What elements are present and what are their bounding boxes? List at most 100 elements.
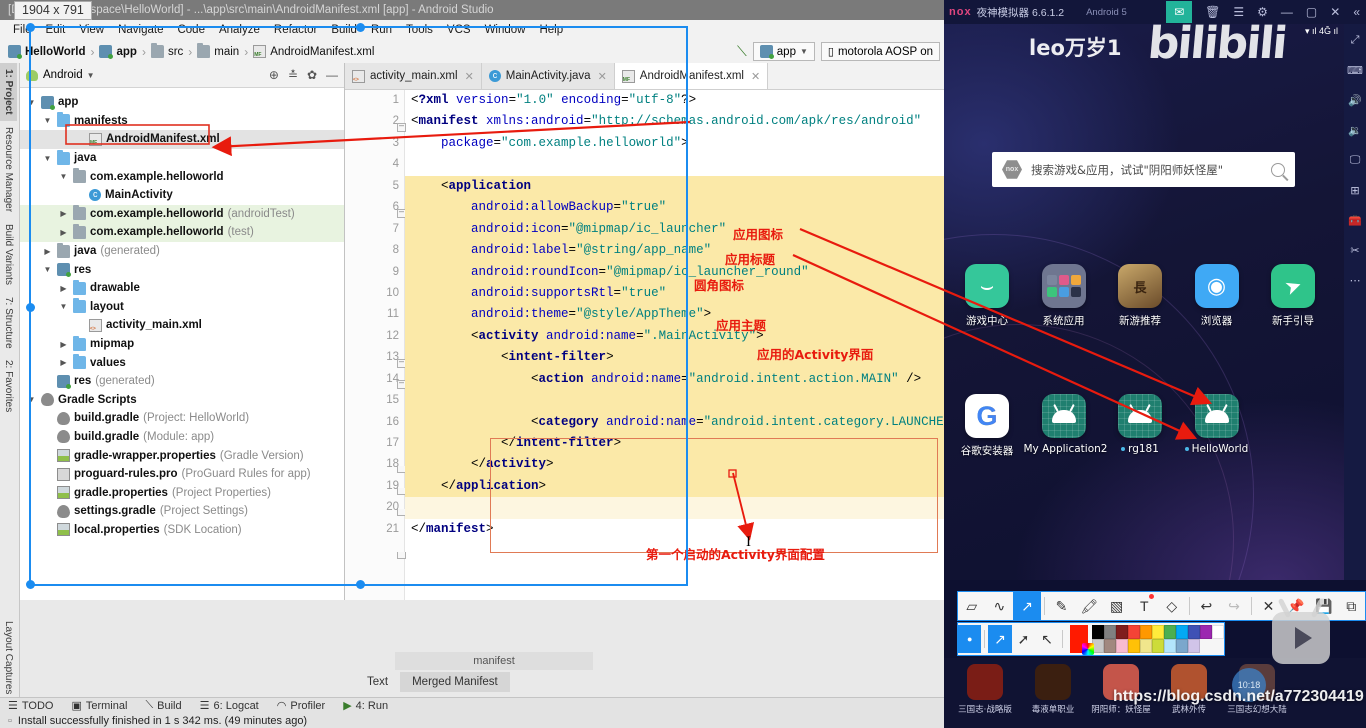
- close-icon[interactable]: ✕: [598, 70, 607, 83]
- home-screen-app-grid[interactable]: ⌣ 游戏中心 系统应用 長新游推荐 ◉ 浏览器 ➤ 新手引导 G 谷歌安装器 My Applicat…: [944, 24, 1344, 580]
- tree-item[interactable]: MainActivity: [20, 186, 344, 205]
- tree-item[interactable]: build.gradle (Project: HelloWorld): [20, 409, 344, 428]
- editor-tab[interactable]: MainActivity.java ✕: [481, 63, 615, 89]
- highlighter-icon[interactable]: 🖍: [1075, 592, 1103, 620]
- tool-logcat[interactable]: ☰ 6: Logcat: [200, 699, 259, 713]
- color-swatch[interactable]: [1176, 639, 1188, 653]
- color-swatch[interactable]: [1188, 625, 1200, 639]
- tree-item[interactable]: ▶ values: [20, 353, 344, 372]
- menu-item-navigate[interactable]: Navigate: [111, 23, 170, 37]
- code-line[interactable]: <action android:name="android.intent.act…: [405, 368, 944, 391]
- android-icon[interactable]: [1041, 394, 1086, 438]
- sidebar-item-favorites[interactable]: 2: Favorites: [0, 354, 17, 418]
- locate-icon[interactable]: ⊕: [269, 68, 279, 82]
- editor-mode-tabs[interactable]: Text Merged Manifest: [355, 672, 510, 692]
- code-line[interactable]: android:label="@string/app_name": [405, 240, 944, 262]
- close-icon[interactable]: ✕: [465, 70, 474, 83]
- fullscreen-icon[interactable]: ⤢: [1351, 34, 1360, 47]
- twisty-expanded-icon[interactable]: ▼: [42, 154, 53, 163]
- app-shortcut[interactable]: 長新游推荐: [1100, 264, 1180, 328]
- emulator-side-toolbar[interactable]: ⤢ ⌨ 🔊 🔉 🖵 ⊞ 🧰 ✂ ⋯: [1344, 24, 1366, 580]
- color-swatch[interactable]: [1104, 639, 1116, 653]
- tree-item[interactable]: ▼ Gradle Scripts: [20, 391, 344, 410]
- game-shortcut[interactable]: 三国志·战略版: [954, 664, 1016, 715]
- code-line[interactable]: <application: [405, 175, 944, 198]
- editor-tab-bar[interactable]: activity_main.xml✕MainActivity.java✕Andr…: [345, 63, 944, 90]
- color-swatch[interactable]: [1116, 639, 1128, 653]
- emulator-screen[interactable]: ▾ ıl 4Ḡ ıl nox 搜索游戏&应用，试试"阴阳师妖怪屋" ⌣ 游戏中心系…: [944, 24, 1344, 580]
- color-swatch[interactable]: [1212, 625, 1224, 639]
- twisty-expanded-icon[interactable]: ▼: [58, 302, 69, 311]
- twisty-collapsed-icon[interactable]: ▶: [58, 358, 69, 367]
- dot-size-icon[interactable]: ●: [958, 625, 982, 653]
- twisty-expanded-icon[interactable]: ▼: [26, 98, 37, 107]
- color-swatch[interactable]: [1164, 625, 1176, 639]
- color-swatch[interactable]: [1200, 625, 1212, 639]
- copy-icon[interactable]: ⧉: [1337, 592, 1365, 620]
- tree-item[interactable]: ▶ com.example.helloworld (androidTest): [20, 204, 344, 224]
- arrow-style-2-icon[interactable]: ➚: [1012, 625, 1035, 653]
- toolbox-icon[interactable]: 🧰: [1348, 214, 1362, 227]
- tree-item[interactable]: ▶ drawable: [20, 279, 344, 298]
- breadcrumb-item-src[interactable]: src: [150, 43, 183, 58]
- tree-item[interactable]: AndroidManifest.xml: [20, 130, 344, 149]
- tree-item[interactable]: ▼ layout: [20, 298, 344, 317]
- menu-item-window[interactable]: Window: [478, 23, 533, 37]
- menu-bar[interactable]: File Edit View Navigate Code Analyze Ref…: [0, 20, 944, 40]
- color-swatch[interactable]: [1140, 625, 1152, 639]
- redo-icon[interactable]: ↪: [1220, 592, 1248, 620]
- breadcrumb-item-app[interactable]: app: [99, 45, 137, 59]
- color-swatch[interactable]: [1164, 639, 1176, 653]
- tree-item[interactable]: res (generated): [20, 372, 344, 391]
- menu-item-edit[interactable]: Edit: [39, 23, 73, 37]
- menu-item-analyze[interactable]: Analyze: [212, 23, 267, 37]
- tree-item[interactable]: ▶ java (generated): [20, 242, 344, 261]
- code-line[interactable]: <manifest xmlns:android="http://schemas.…: [405, 111, 944, 132]
- code-line[interactable]: <?xml version="1.0" encoding="utf-8"?>: [405, 90, 944, 111]
- tree-item[interactable]: ▶ mipmap: [20, 335, 344, 354]
- sidebar-item-resource-manager[interactable]: Resource Manager: [0, 121, 17, 218]
- nox-store-icon[interactable]: ⌣: [965, 264, 1009, 308]
- gear-icon[interactable]: ✿: [307, 68, 317, 82]
- google-icon[interactable]: G: [965, 394, 1009, 438]
- color-swatch[interactable]: [1104, 625, 1116, 639]
- guide-icon[interactable]: ➤: [1271, 264, 1315, 308]
- color-swatch[interactable]: [1128, 625, 1140, 639]
- android-icon[interactable]: [1118, 394, 1162, 438]
- collapse-icon[interactable]: «: [1353, 5, 1360, 19]
- tab-merged-manifest[interactable]: Merged Manifest: [400, 672, 510, 692]
- menu-item-view[interactable]: View: [72, 23, 111, 37]
- maximize-icon[interactable]: ▢: [1306, 5, 1317, 19]
- app-shortcut[interactable]: G 谷歌安装器: [947, 394, 1027, 458]
- hide-icon[interactable]: —: [326, 68, 338, 82]
- sidebar-item-structure[interactable]: 7: Structure: [0, 291, 17, 355]
- app-shortcut[interactable]: ⌣ 游戏中心: [947, 264, 1027, 328]
- color-swatch[interactable]: [1128, 639, 1140, 653]
- code-line[interactable]: android:roundIcon="@mipmap/ic_launcher_r…: [405, 261, 944, 283]
- code-line[interactable]: </application>: [405, 475, 944, 498]
- run-configuration-selector[interactable]: app ▼: [752, 42, 815, 61]
- code-line[interactable]: <category android:name="android.intent.c…: [405, 411, 944, 433]
- menu-icon[interactable]: ☰: [1233, 5, 1244, 19]
- code-line[interactable]: android:allowBackup="true": [405, 197, 944, 219]
- pencil-icon[interactable]: ✎: [1048, 592, 1076, 620]
- menu-item-vcs[interactable]: VCS: [440, 23, 478, 37]
- editor-tab[interactable]: AndroidManifest.xml ✕: [614, 63, 769, 89]
- game-shortcut[interactable]: 毒液单职业: [1022, 664, 1084, 715]
- tree-item[interactable]: proguard-rules.pro (ProGuard Rules for a…: [20, 465, 344, 484]
- tool-todo[interactable]: ☰ TODO: [8, 699, 53, 713]
- tool-terminal[interactable]: ▣ Terminal: [71, 699, 127, 713]
- code-line[interactable]: android:supportsRtl="true": [405, 282, 944, 305]
- current-color-swatch[interactable]: [1069, 625, 1095, 655]
- keyboard-icon[interactable]: ⌨: [1347, 64, 1363, 77]
- code-line[interactable]: </activity>: [405, 454, 944, 476]
- tree-item[interactable]: ▼ res: [20, 260, 344, 279]
- menu-item-file[interactable]: File: [6, 23, 39, 37]
- app-shortcut[interactable]: HelloWorld: [1177, 394, 1257, 455]
- project-tree[interactable]: ▼ app ▼ manifests AndroidManifest.xml ▼ java ▼ c…: [20, 88, 344, 539]
- color-swatch[interactable]: [1116, 625, 1128, 639]
- volume-down-icon[interactable]: 🔉: [1348, 124, 1362, 137]
- app-shortcut[interactable]: 系统应用: [1024, 264, 1104, 328]
- menu-item-refactor[interactable]: Refactor: [267, 23, 324, 37]
- left-tool-tabs[interactable]: 1: Project Resource Manager Build Varian…: [0, 63, 20, 700]
